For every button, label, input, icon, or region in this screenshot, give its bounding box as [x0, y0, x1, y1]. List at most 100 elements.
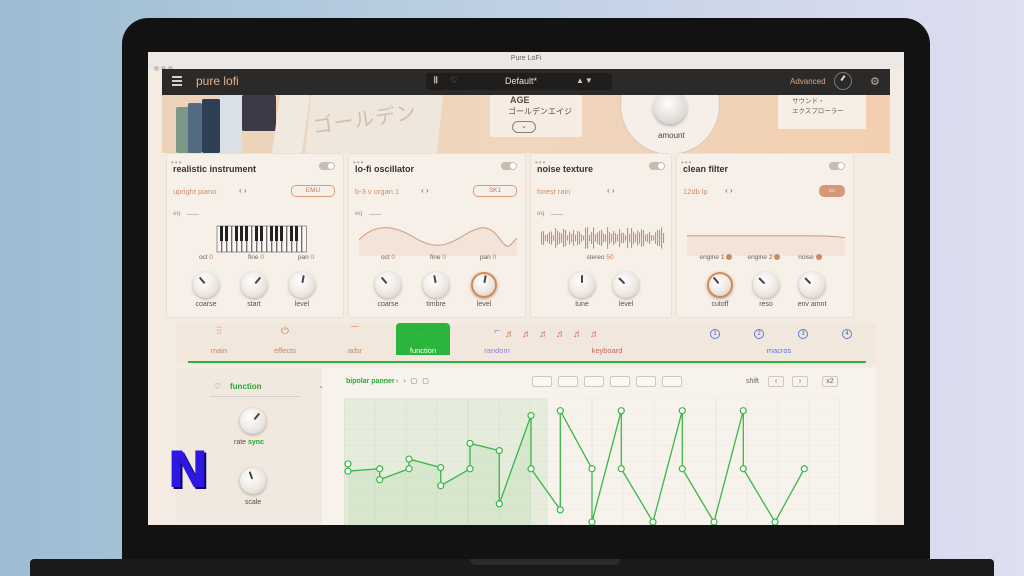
shift-right-button[interactable]: ›	[792, 376, 808, 387]
settings-icon[interactable]: ⚙	[870, 75, 880, 88]
lfo-point[interactable]	[527, 465, 535, 473]
param-noise[interactable]: noise	[785, 254, 835, 261]
lfo-point[interactable]	[344, 467, 352, 475]
shape-square-button[interactable]	[662, 376, 682, 387]
source-nav-arrows[interactable]: ‹ ›	[607, 186, 615, 195]
function-selector[interactable]: ♡ function ⌄	[210, 380, 325, 397]
lfo-preset-tools[interactable]: ‹›▢▢	[396, 377, 434, 385]
amount-dial[interactable]	[620, 95, 720, 153]
preset-name[interactable]: Default*	[486, 76, 556, 86]
scale-knob[interactable]	[240, 468, 266, 494]
lfo-point[interactable]	[678, 465, 686, 473]
macro-4-icon[interactable]: 4	[842, 329, 852, 339]
coarse-knob[interactable]	[193, 272, 219, 298]
lfo-point[interactable]	[771, 518, 779, 525]
lfo-point[interactable]	[739, 407, 747, 415]
tab-macros[interactable]: macros	[744, 323, 814, 355]
lfo-point[interactable]	[617, 465, 625, 473]
source-nav-arrows[interactable]: ‹ ›	[725, 186, 733, 195]
module-source[interactable]: upright piano	[173, 187, 216, 196]
keyboard-icons[interactable]: ♬♬♬♬♬♬	[505, 329, 607, 340]
heart-icon[interactable]: ♡	[450, 75, 458, 86]
param-pan[interactable]: pan 0	[281, 254, 331, 261]
lfo-point[interactable]	[437, 482, 445, 490]
param-engine-2[interactable]: engine 2	[739, 254, 789, 261]
param-fine[interactable]: fine 0	[231, 254, 281, 261]
cutoff-knob[interactable]	[707, 272, 733, 298]
param-engine-1[interactable]: engine 1	[691, 254, 741, 261]
lfo-preset-name[interactable]: bipolar panner	[346, 378, 395, 385]
macro-1-icon[interactable]: 1	[710, 329, 720, 339]
shape-ramp-down-button[interactable]	[636, 376, 656, 387]
lfo-point[interactable]	[739, 465, 747, 473]
level-knob[interactable]	[289, 272, 315, 298]
lfo-point[interactable]	[495, 500, 503, 508]
lfo-point[interactable]	[495, 447, 503, 455]
param-stereo[interactable]: stereo 50	[575, 254, 625, 261]
param-fine[interactable]: fine 0	[413, 254, 463, 261]
lfo-point[interactable]	[376, 465, 384, 473]
coarse-knob[interactable]	[375, 272, 401, 298]
lfo-point[interactable]	[617, 407, 625, 415]
rate-multiplier-button[interactable]: x2	[822, 376, 838, 387]
master-volume-knob[interactable]	[834, 72, 852, 90]
lfo-point[interactable]	[556, 506, 564, 514]
module-toggle[interactable]	[829, 162, 845, 170]
shift-left-button[interactable]: ‹	[768, 376, 784, 387]
amount-knob-cap[interactable]	[653, 95, 687, 124]
lfo-point[interactable]	[376, 476, 384, 484]
lfo-point[interactable]	[466, 439, 474, 447]
lfo-point[interactable]	[405, 455, 413, 463]
sync-label[interactable]: sync	[248, 439, 264, 446]
param-oct[interactable]: oct 0	[363, 254, 413, 261]
param-oct[interactable]: oct 0	[181, 254, 231, 261]
lfo-point[interactable]	[437, 463, 445, 472]
tune-knob[interactable]	[569, 272, 595, 298]
module-toggle[interactable]	[319, 162, 335, 170]
lfo-point[interactable]	[556, 407, 564, 415]
module-toggle[interactable]	[501, 162, 517, 170]
level-knob[interactable]	[613, 272, 639, 298]
shape-ramp-up-button[interactable]	[610, 376, 630, 387]
macro-2-icon[interactable]: 2	[754, 329, 764, 339]
lfo-point[interactable]	[466, 465, 474, 473]
start-knob[interactable]	[241, 272, 267, 298]
env-amnt-knob[interactable]	[799, 272, 825, 298]
module-source[interactable]: b-3 v organ 1	[355, 187, 399, 196]
filter-view-button[interactable]: ▭	[819, 185, 845, 197]
lfo-point[interactable]	[588, 465, 596, 473]
lfo-point[interactable]	[800, 465, 808, 473]
preset-arrows[interactable]: ▲▼	[576, 76, 594, 85]
library-icon[interactable]: 𝄃𝄃	[434, 75, 438, 86]
lfo-graph[interactable]	[344, 398, 840, 525]
lfo-point[interactable]	[678, 407, 686, 415]
tab-function[interactable]: 〰 function	[396, 323, 450, 355]
sound-explorer-card[interactable]: サウンド・ エクスプローラー	[778, 95, 866, 129]
heart-icon[interactable]: ♡	[214, 382, 221, 391]
lfo-point[interactable]	[649, 518, 657, 525]
module-toggle[interactable]	[649, 162, 665, 170]
macro-3-icon[interactable]: 3	[798, 329, 808, 339]
reso-knob[interactable]	[753, 272, 779, 298]
shape-sine-button[interactable]	[558, 376, 578, 387]
module-source[interactable]: forest rain	[537, 187, 570, 196]
module-tag-button[interactable]: EMU	[291, 185, 335, 197]
shape-flat-button[interactable]	[532, 376, 552, 387]
module-source[interactable]: 12db lp	[683, 187, 708, 196]
lfo-point[interactable]	[527, 411, 535, 420]
tab-adsr[interactable]: ‾‾ adsr	[320, 323, 390, 355]
advanced-toggle[interactable]: Advanced	[790, 77, 826, 86]
rate-knob[interactable]	[240, 408, 266, 434]
module-tag-button[interactable]: SK1	[473, 185, 517, 197]
timbre-knob[interactable]	[423, 272, 449, 298]
lfo-point[interactable]	[588, 518, 596, 525]
preset-selector[interactable]: 𝄃𝄃 ♡ Default* ▲▼	[426, 73, 612, 90]
shape-wave-button[interactable]	[584, 376, 604, 387]
lfo-point[interactable]	[710, 518, 718, 525]
tab-effects[interactable]: ⏻ effects	[250, 323, 320, 355]
lfo-point[interactable]	[344, 460, 352, 468]
lfo-point[interactable]	[405, 465, 413, 473]
menu-icon[interactable]	[172, 76, 182, 86]
tab-main[interactable]: ⫶⫶ main	[184, 323, 254, 355]
level-knob[interactable]	[471, 272, 497, 298]
